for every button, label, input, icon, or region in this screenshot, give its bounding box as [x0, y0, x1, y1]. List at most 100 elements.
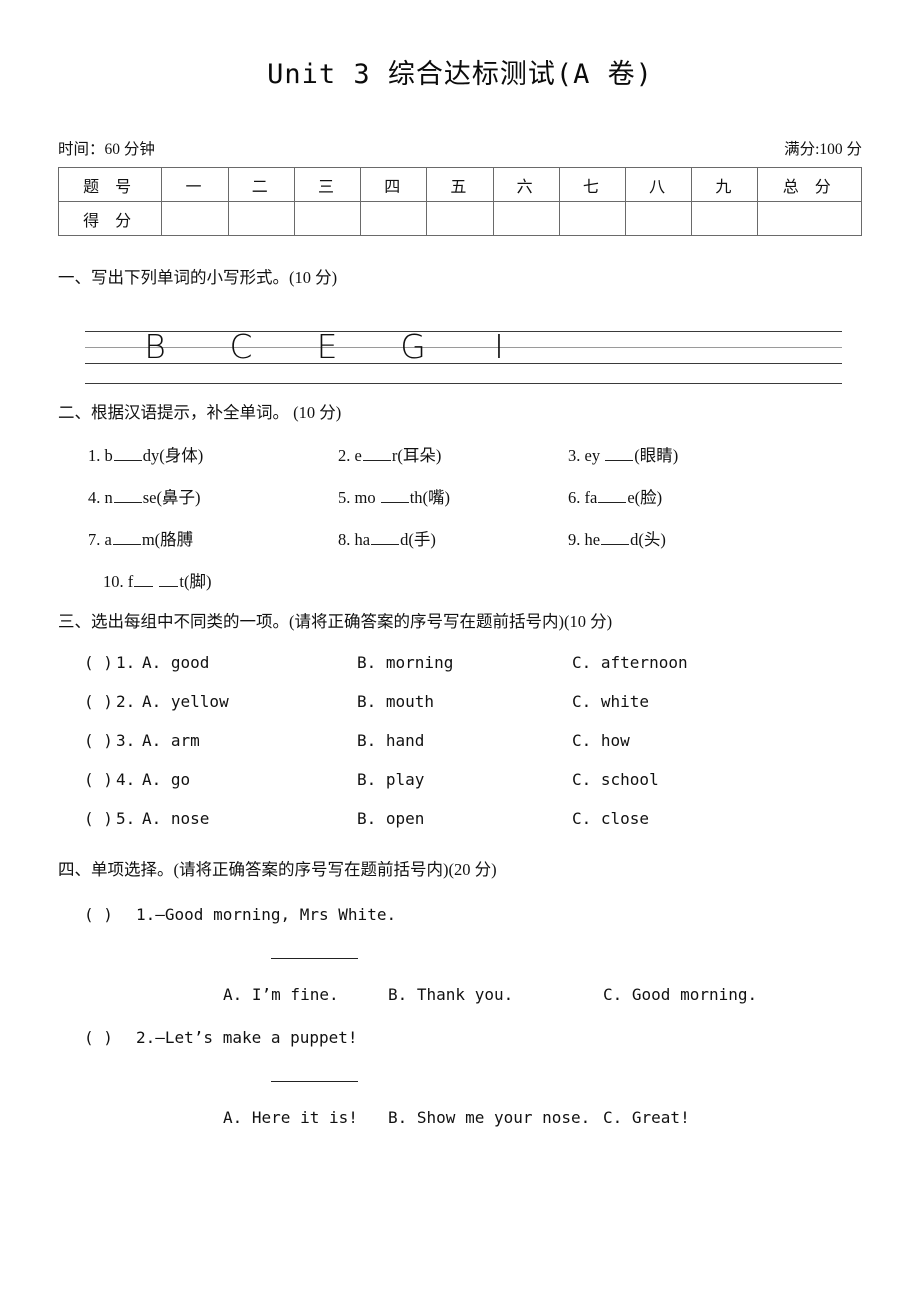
mc-option-1-a[interactable]: A. good — [142, 653, 357, 672]
word-item-3[interactable]: 3. ey (眼睛) — [568, 442, 798, 466]
col-header-3: 三 — [293, 167, 362, 202]
mc-num-3: 3. — [116, 731, 136, 751]
word-item-9[interactable]: 9. he d(头) — [568, 526, 798, 550]
answer-bracket-2[interactable]: ( ) — [58, 692, 116, 711]
word-blank-4[interactable] — [113, 489, 142, 504]
mc-option-5-a[interactable]: A. nose — [142, 809, 357, 828]
answer-bracket-4[interactable]: ( ) — [58, 770, 116, 789]
mc-option-4-a[interactable]: A. go — [142, 770, 357, 789]
score-cell-1[interactable] — [161, 201, 229, 236]
word-row-4: 10. f t(脚) — [58, 568, 862, 592]
score-cell-4[interactable] — [360, 201, 428, 236]
word-post-6: e(脸) — [627, 488, 663, 508]
sc-stem-row-1: ( ) 1.—Good morning, Mrs White. — [58, 905, 862, 924]
word-blank-1[interactable] — [113, 447, 142, 462]
score-cell-8[interactable] — [625, 201, 693, 236]
single-choice-list: ( ) 1.—Good morning, Mrs White. A. I’m fi… — [58, 905, 862, 1127]
col-header-5: 五 — [426, 167, 494, 202]
mc-option-2-a[interactable]: A. yellow — [142, 692, 357, 711]
col-header-1: 一 — [161, 167, 229, 202]
score-table-wrapper: 题 号 一 二 三 四 五 六 七 八 九 总 分 得 分 — [57, 167, 862, 236]
score-cell-6[interactable] — [492, 201, 560, 236]
word-pre-4: n — [104, 488, 113, 508]
word-item-7[interactable]: 7. a m(胳膊 — [58, 526, 338, 550]
mc-num-4: 4. — [116, 770, 136, 790]
mc-option-3-b[interactable]: B. hand — [357, 731, 572, 750]
section-2-heading: 二、根据汉语提示，补全单词。 (10 分) — [58, 403, 342, 423]
mc-num-5: 5. — [116, 809, 136, 829]
word-num-7: 7. — [88, 530, 101, 550]
table-row-scores: 得 分 — [57, 201, 862, 236]
word-row-2: 4. n se(鼻子) 5. mo th(嘴) 6. fa e(脸) — [58, 484, 862, 508]
mc-option-3-a[interactable]: A. arm — [142, 731, 357, 750]
sc-option-2-a[interactable]: A. Here it is! — [223, 1108, 388, 1127]
mc-option-4-c[interactable]: C. school — [572, 770, 812, 789]
sc-options-2: A. Here it is! B. Show me your nose. C. … — [58, 1108, 862, 1127]
mc-option-5-c[interactable]: C. close — [572, 809, 812, 828]
odd-one-out-list: ( ) 1. A. good B. morning C. afternoon (… — [58, 653, 862, 828]
answer-bracket-3[interactable]: ( ) — [58, 731, 116, 750]
word-blank-8[interactable] — [371, 531, 400, 546]
four-line-writing-guide: B C E G I — [58, 323, 862, 389]
mc-num-1: 1. — [116, 653, 136, 673]
answer-bracket-1[interactable]: ( ) — [58, 653, 116, 672]
word-blank-9[interactable] — [601, 531, 630, 546]
sc-option-2-b[interactable]: B. Show me your nose. — [388, 1108, 603, 1127]
sc-option-1-a[interactable]: A. I’m fine. — [223, 985, 388, 1004]
word-post-9: d(头) — [630, 530, 666, 550]
mc-option-4-b[interactable]: B. play — [357, 770, 572, 789]
word-num-8: 8. — [338, 530, 351, 550]
word-post-5: th(嘴) — [409, 488, 451, 508]
word-blank-3[interactable] — [605, 447, 634, 462]
word-blank-10a[interactable] — [134, 573, 154, 588]
word-pre-6: fa — [584, 488, 598, 508]
sc-answer-blank-1[interactable] — [271, 958, 358, 960]
section-3-heading: 三、选出每组中不同类的一项。(请将正确答案的序号写在题前括号内)(10 分) — [58, 612, 613, 632]
word-num-6: 6. — [568, 488, 581, 508]
score-cell-9[interactable] — [691, 201, 759, 236]
mc-question-1: ( ) 1. A. good B. morning C. afternoon — [58, 653, 862, 672]
word-blank-2[interactable] — [362, 447, 391, 462]
word-pre-5: mo — [354, 488, 380, 508]
score-cell-7[interactable] — [558, 201, 627, 236]
letter-1: B — [144, 327, 166, 367]
sc-option-1-b[interactable]: B. Thank you. — [388, 985, 603, 1004]
sc-answer-blank-2[interactable] — [271, 1081, 358, 1083]
word-blank-5[interactable] — [380, 489, 409, 504]
sc-option-2-c[interactable]: C. Great! — [603, 1108, 690, 1127]
sc-stem-text-2: 2.—Let’s make a puppet! — [136, 1028, 358, 1048]
word-item-4[interactable]: 4. n se(鼻子) — [58, 484, 338, 508]
word-item-2[interactable]: 2. e r(耳朵) — [338, 442, 568, 466]
word-item-1[interactable]: 1. b dy(身体) — [58, 442, 338, 466]
answer-bracket-5[interactable]: ( ) — [58, 809, 116, 828]
sc-question-1: ( ) 1.—Good morning, Mrs White. A. I’m fi… — [58, 905, 862, 1004]
score-cell-3[interactable] — [293, 201, 362, 236]
sc-options-1: A. I’m fine. B. Thank you. C. Good morni… — [58, 985, 862, 1004]
mc-option-3-c[interactable]: C. how — [572, 731, 812, 750]
score-cell-5[interactable] — [426, 201, 494, 236]
mc-option-2-b[interactable]: B. mouth — [357, 692, 572, 711]
guide-line-4 — [85, 383, 842, 385]
section-4-heading: 四、单项选择。(请将正确答案的序号写在题前括号内)(20 分) — [58, 860, 497, 880]
word-blank-6[interactable] — [598, 489, 627, 504]
word-item-5[interactable]: 5. mo th(嘴) — [338, 484, 568, 508]
sc-answer-bracket-1[interactable]: ( ) — [84, 905, 136, 924]
word-item-8[interactable]: 8. ha d(手) — [338, 526, 568, 550]
word-post-8: d(手) — [400, 530, 436, 550]
score-cell-2[interactable] — [227, 201, 295, 236]
sc-option-1-c[interactable]: C. Good morning. — [603, 985, 757, 1004]
mc-option-1-c[interactable]: C. afternoon — [572, 653, 812, 672]
word-blank-10b[interactable] — [159, 573, 179, 588]
word-item-10[interactable]: 10. f t(脚) — [58, 568, 211, 592]
sc-stem-text-1: 1.—Good morning, Mrs White. — [136, 905, 397, 925]
word-item-6[interactable]: 6. fa e(脸) — [568, 484, 798, 508]
sc-question-2: ( ) 2.—Let’s make a puppet! A. Here it is… — [58, 1028, 862, 1127]
mc-option-2-c[interactable]: C. white — [572, 692, 812, 711]
sc-answer-bracket-2[interactable]: ( ) — [84, 1028, 136, 1047]
word-pre-9: he — [584, 530, 601, 550]
mc-option-5-b[interactable]: B. open — [357, 809, 572, 828]
score-cell-total[interactable] — [757, 201, 862, 236]
mc-option-1-b[interactable]: B. morning — [357, 653, 572, 672]
word-blank-7[interactable] — [112, 531, 141, 546]
mc-question-2: ( ) 2. A. yellow B. mouth C. white — [58, 692, 862, 711]
